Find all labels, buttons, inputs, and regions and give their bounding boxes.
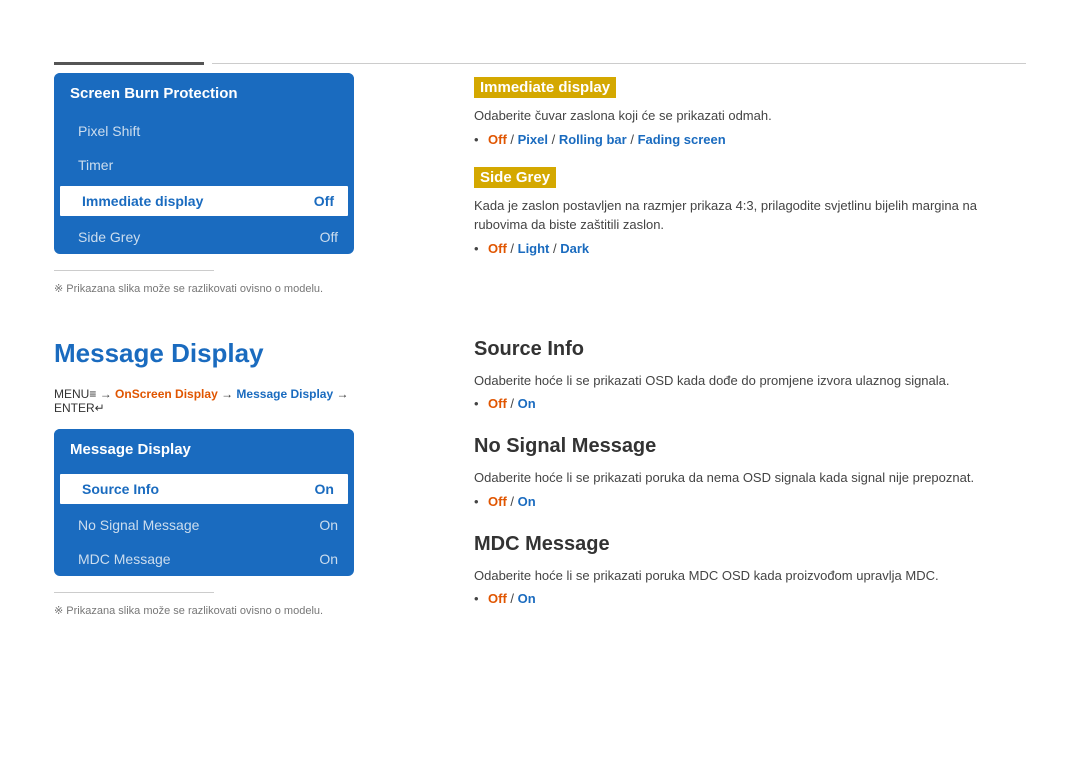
opt-pixel: Pixel [518,132,548,147]
menu-item-value: On [319,551,338,567]
breadcrumb-msgdisplay: Message Display [236,387,333,401]
opt-slash2-sg: / [549,241,560,256]
opt-slash3: / [627,132,638,147]
top-note: Prikazana slika može se razlikovati ovis… [54,281,354,298]
source-info-desc: Odaberite hoće li se prikazati OSD kada … [474,371,1026,391]
opt-off: Off [488,132,507,147]
immediate-display-option: Off / Pixel / Rolling bar / Fading scree… [474,132,1026,147]
side-grey-section: Side Grey Kada je zaslon postavljen na r… [474,167,1026,256]
mdc-message-desc: Odaberite hoće li se prikazati poruka MD… [474,566,1026,586]
top-section-line [54,270,214,271]
mdc-message-title: MDC Message [474,533,1026,556]
opt-off-si: Off [488,396,507,411]
source-info-option: Off / On [474,396,1026,411]
opt-slash-si: / [507,396,518,411]
immediate-display-desc: Odaberite čuvar zaslona koji će se prika… [474,106,1026,126]
top-divider [54,0,1026,65]
side-grey-desc: Kada je zaslon postavljen na razmjer pri… [474,196,1026,235]
menu-item-timer[interactable]: Timer [54,148,354,182]
no-signal-section: No Signal Message Odaberite hoće li se p… [474,435,1026,509]
mdc-message-options: Off / On [474,591,1026,606]
message-display-panel: Message Display MENU≡ → OnScreen Display… [54,338,354,631]
menu-item-value: Off [314,193,334,209]
screen-burn-panel: Screen Burn Protection Pixel Shift Timer… [54,73,354,298]
divider-left [54,62,204,65]
opt-slash-mdc: / [507,591,518,606]
top-section: Screen Burn Protection Pixel Shift Timer… [54,73,1026,298]
message-display-title: Message Display [54,338,354,369]
bottom-section: Message Display MENU≡ → OnScreen Display… [54,338,1026,631]
breadcrumb-arrow3: → [333,387,348,401]
immediate-display-section: Immediate display Odaberite čuvar zaslon… [474,77,1026,147]
menu-item-mdc[interactable]: MDC Message On [54,542,354,576]
menu-item-side-grey[interactable]: Side Grey Off [54,220,354,254]
menu-item-pixel-shift[interactable]: Pixel Shift [54,114,354,148]
opt-rolling: Rolling bar [559,132,627,147]
opt-off-sg: Off [488,241,507,256]
source-info-title: Source Info [474,338,1026,361]
divider-right [212,63,1026,64]
bottom-right-panel: Source Info Odaberite hoće li se prikaza… [354,338,1026,631]
immediate-display-title: Immediate display [474,77,616,98]
menu-item-label: Pixel Shift [78,123,140,139]
side-grey-options: Off / Light / Dark [474,241,1026,256]
message-display-box-header: Message Display [54,429,354,470]
breadcrumb-arrow2: → [218,387,237,401]
breadcrumb-menu: MENU [54,387,89,401]
menu-item-no-signal[interactable]: No Signal Message On [54,508,354,542]
opt-off-mdc: Off [488,591,507,606]
immediate-display-options: Off / Pixel / Rolling bar / Fading scree… [474,132,1026,147]
opt-slash2: / [548,132,559,147]
mdc-message-section: MDC Message Odaberite hoće li se prikaza… [474,533,1026,607]
screen-burn-menu-box: Screen Burn Protection Pixel Shift Timer… [54,73,354,254]
menu-item-value: Off [320,229,338,245]
bottom-note: Prikazana slika može se razlikovati ovis… [54,603,354,620]
opt-light-sg: Light [518,241,550,256]
no-signal-title: No Signal Message [474,435,1026,458]
breadcrumb-enter: ENTER [54,401,95,415]
side-grey-title: Side Grey [474,167,556,188]
source-info-section: Source Info Odaberite hoće li se prikaza… [474,338,1026,412]
source-info-options: Off / On [474,396,1026,411]
opt-on-mdc: On [518,591,536,606]
menu-item-value: On [315,481,334,497]
side-grey-option: Off / Light / Dark [474,241,1026,256]
mdc-message-option: Off / On [474,591,1026,606]
right-descriptions-panel: Immediate display Odaberite čuvar zaslon… [354,73,1026,298]
breadcrumb-arrow1: → [96,387,115,401]
opt-on-ns: On [518,494,536,509]
screen-burn-header: Screen Burn Protection [54,73,354,114]
no-signal-desc: Odaberite hoće li se prikazati poruka da… [474,468,1026,488]
message-display-menu-box: Message Display Source Info On No Signal… [54,429,354,576]
opt-slash: / [507,132,518,147]
menu-item-immediate-display[interactable]: Immediate display Off [58,184,350,218]
opt-off-ns: Off [488,494,507,509]
menu-item-label: Immediate display [82,193,203,209]
menu-item-value: On [319,517,338,533]
bottom-section-line [54,592,214,593]
breadcrumb-enter-icon: ↵ [95,401,105,415]
opt-dark-sg: Dark [560,241,589,256]
opt-slash-sg: / [507,241,518,256]
opt-fading: Fading screen [638,132,726,147]
no-signal-option: Off / On [474,494,1026,509]
breadcrumb-onscreen: OnScreen Display [115,387,218,401]
menu-item-source-info[interactable]: Source Info On [58,472,350,506]
opt-slash-ns: / [507,494,518,509]
menu-item-label: Side Grey [78,229,140,245]
opt-on-si: On [518,396,536,411]
menu-item-label: Timer [78,157,113,173]
no-signal-options: Off / On [474,494,1026,509]
menu-item-label: No Signal Message [78,517,199,533]
breadcrumb: MENU≡ → OnScreen Display → Message Displ… [54,387,354,415]
menu-item-label: MDC Message [78,551,171,567]
menu-item-label: Source Info [82,481,159,497]
